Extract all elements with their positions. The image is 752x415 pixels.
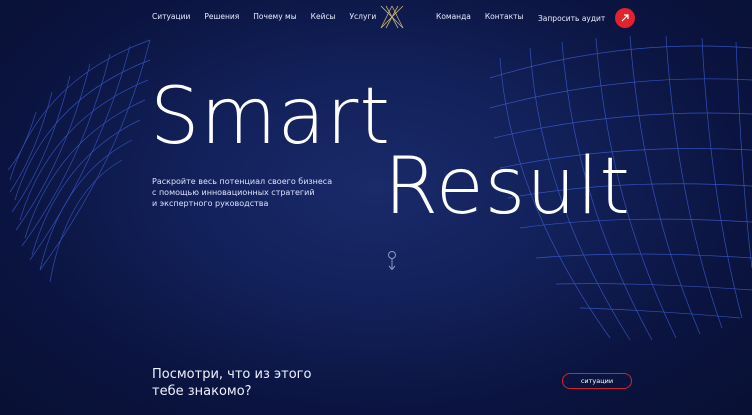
hero-subtitle-line: с помощью инновационных стратегий [152,188,315,197]
hero-subtitle-line: и экспертного руководства [152,199,269,208]
nav-item-why-us[interactable]: Почему мы [253,12,296,21]
hero-title-result: Result [384,142,632,232]
question-line: тебе знакомо? [152,384,252,399]
question-line: Посмотри, что из этого [152,367,312,382]
main-nav-right: Команда Контакты [436,12,523,21]
hero-subtitle: Раскройте весь потенциал своего бизнеса … [152,176,352,209]
situations-question: Посмотри, что из этого тебе знакомо? [152,366,311,400]
nav-item-team[interactable]: Команда [436,12,471,21]
request-audit-label[interactable]: Запросить аудит [538,14,605,23]
request-audit-button[interactable] [615,8,636,28]
arrow-up-right-icon [621,14,629,22]
hero-title-smart: Smart [150,72,391,162]
situations-button[interactable]: ситуации [562,373,632,389]
request-audit: Запросить аудит [538,8,636,28]
logo-icon[interactable] [378,4,406,30]
nav-item-cases[interactable]: Кейсы [311,12,336,21]
nav-item-contacts[interactable]: Контакты [485,12,524,21]
wireframe-mesh-left [0,20,160,290]
scroll-down-icon[interactable] [386,250,398,272]
nav-item-situations[interactable]: Ситуации [152,12,190,21]
hero-subtitle-line: Раскройте весь потенциал своего бизнеса [152,177,333,186]
main-nav-left: Ситуации Решения Почему мы Кейсы Услуги [152,12,376,21]
nav-item-services[interactable]: Услуги [349,12,376,21]
nav-item-solutions[interactable]: Решения [204,12,239,21]
